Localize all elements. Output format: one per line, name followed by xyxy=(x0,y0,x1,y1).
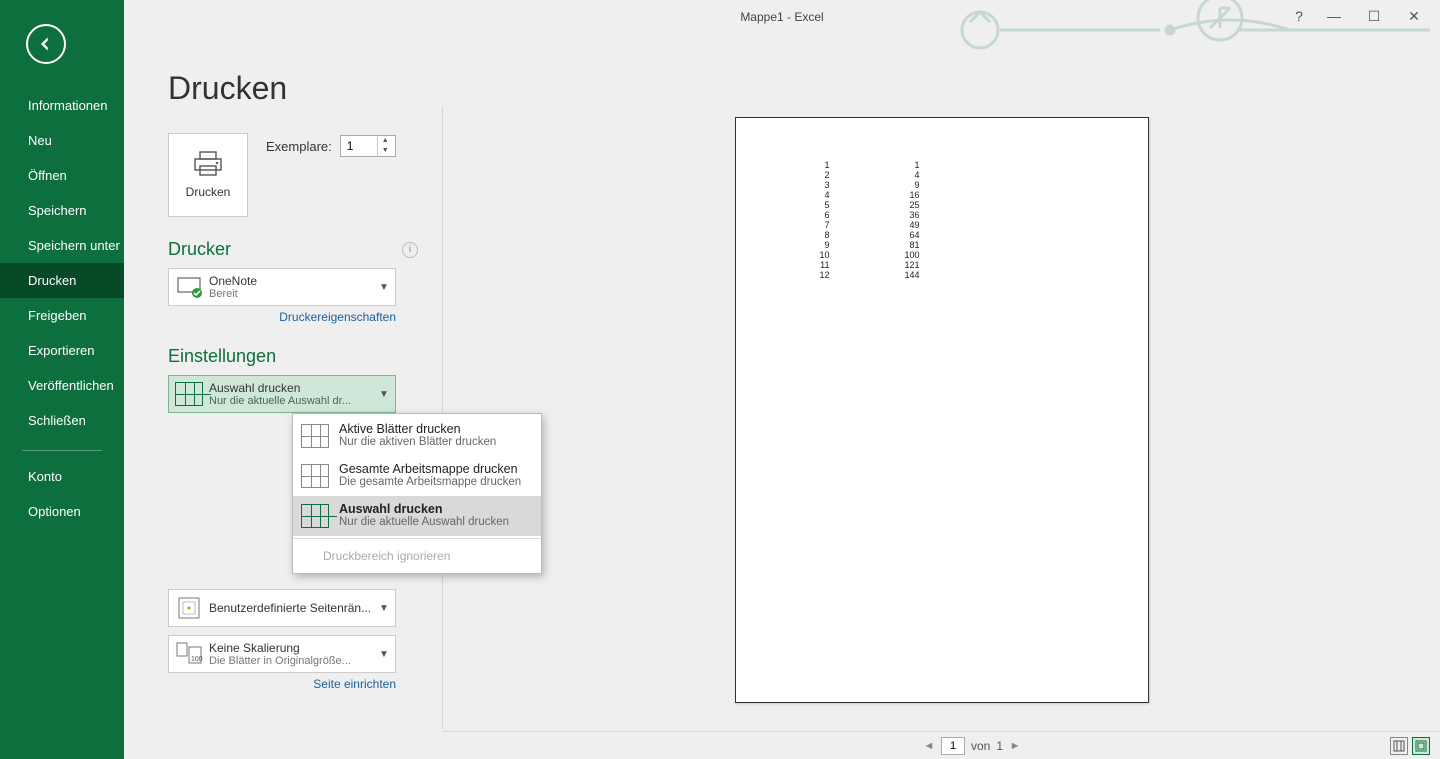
option-title: Aktive Blätter drucken xyxy=(339,422,496,436)
print-scope-dropdown-panel: Aktive Blätter drucken Nur die aktiven B… xyxy=(292,413,542,574)
sidebar-item-konto[interactable]: Konto xyxy=(0,459,124,494)
grid-icon xyxy=(301,424,331,450)
sidebar-divider xyxy=(22,450,102,451)
total-pages: 1 xyxy=(996,739,1003,753)
of-label: von xyxy=(971,739,990,753)
chevron-down-icon: ▼ xyxy=(377,649,391,660)
sidebar-item-informationen[interactable]: Informationen xyxy=(0,88,124,123)
page-number-input[interactable] xyxy=(941,737,965,755)
printer-status: Bereit xyxy=(209,288,377,300)
preview-data: 112439416525636749864981101001112112144 xyxy=(786,160,920,280)
scope-option-entire-workbook[interactable]: Gesamte Arbeitsmappe drucken Die gesamte… xyxy=(293,456,541,496)
margins-icon xyxy=(173,593,205,623)
chevron-down-icon: ▼ xyxy=(377,282,391,293)
scaling-sub: Die Blätter in Originalgröße... xyxy=(209,655,377,667)
sidebar-item-oeffnen[interactable]: Öffnen xyxy=(0,158,124,193)
printer-properties-link[interactable]: Druckereigenschaften xyxy=(168,310,396,324)
scope-title: Auswahl drucken xyxy=(209,381,377,395)
copies-spinner[interactable]: ▲ ▼ xyxy=(340,135,396,157)
scaling-dropdown[interactable]: 100 Keine Skalierung Die Blätter in Orig… xyxy=(168,635,396,673)
option-sub: Nur die aktiven Blätter drucken xyxy=(339,436,496,448)
option-title: Auswahl drucken xyxy=(339,502,509,516)
copies-input[interactable] xyxy=(341,136,377,156)
grid-selected-icon xyxy=(173,379,205,409)
settings-heading: Einstellungen xyxy=(168,346,276,367)
page-setup-link[interactable]: Seite einrichten xyxy=(168,677,396,691)
close-button[interactable]: ✕ xyxy=(1394,4,1434,28)
back-button[interactable] xyxy=(26,24,66,64)
sidebar-item-drucken[interactable]: Drucken xyxy=(0,263,124,298)
printer-info-icon[interactable]: i xyxy=(402,242,418,258)
printer-name: OneNote xyxy=(209,274,377,288)
print-scope-dropdown[interactable]: Auswahl drucken Nur die aktuelle Auswahl… xyxy=(168,375,396,413)
scope-option-selection[interactable]: Auswahl drucken Nur die aktuelle Auswahl… xyxy=(293,496,541,536)
sidebar-item-optionen[interactable]: Optionen xyxy=(0,494,124,529)
option-sub: Nur die aktuelle Auswahl drucken xyxy=(339,516,509,528)
sidebar-item-freigeben[interactable]: Freigeben xyxy=(0,298,124,333)
sidebar-item-schliessen[interactable]: Schließen xyxy=(0,403,124,438)
option-sub: Die gesamte Arbeitsmappe drucken xyxy=(339,476,521,488)
window-title: Mappe1 - Excel xyxy=(740,10,823,24)
page-title: Drucken xyxy=(168,70,422,107)
sidebar-item-speichern[interactable]: Speichern xyxy=(0,193,124,228)
printer-icon xyxy=(193,151,223,177)
help-button[interactable]: ? xyxy=(1284,4,1314,28)
scope-ignore-print-area: Druckbereich ignorieren xyxy=(293,541,541,573)
scope-sub: Nur die aktuelle Auswahl dr... xyxy=(209,395,377,407)
minimize-button[interactable]: — xyxy=(1314,4,1354,28)
next-page-button[interactable]: ► xyxy=(1009,740,1021,752)
printer-heading: Drucker xyxy=(168,239,231,260)
dropdown-separator xyxy=(293,538,541,539)
preview-footer: ◄ von 1 ► xyxy=(443,731,1440,759)
svg-text:100: 100 xyxy=(191,656,203,663)
print-button-label: Drucken xyxy=(186,185,231,199)
copies-down[interactable]: ▼ xyxy=(378,146,393,156)
backstage-sidebar: Informationen Neu Öffnen Speichern Speic… xyxy=(0,0,124,759)
scaling-icon: 100 xyxy=(173,639,205,669)
grid-icon xyxy=(301,464,331,490)
grid-selected-icon xyxy=(301,504,331,530)
show-margins-button[interactable] xyxy=(1390,737,1408,755)
scaling-title: Keine Skalierung xyxy=(209,641,377,655)
print-button[interactable]: Drucken xyxy=(168,133,248,217)
print-preview: 112439416525636749864981101001112112144 xyxy=(443,36,1440,731)
printer-dropdown[interactable]: OneNote Bereit ▼ xyxy=(168,268,396,306)
printer-status-icon xyxy=(173,272,205,302)
sidebar-item-speichern-unter[interactable]: Speichern unter xyxy=(0,228,124,263)
maximize-button[interactable]: ☐ xyxy=(1354,4,1394,28)
copies-label: Exemplare: xyxy=(266,139,332,154)
margins-dropdown[interactable]: Benutzerdefinierte Seitenrän... ▼ xyxy=(168,589,396,627)
zoom-to-page-button[interactable] xyxy=(1412,737,1430,755)
scope-option-active-sheets[interactable]: Aktive Blätter drucken Nur die aktiven B… xyxy=(293,416,541,456)
margins-title: Benutzerdefinierte Seitenrän... xyxy=(209,601,377,615)
sidebar-item-neu[interactable]: Neu xyxy=(0,123,124,158)
sidebar-item-exportieren[interactable]: Exportieren xyxy=(0,333,124,368)
title-bar: Mappe1 - Excel ? — ☐ ✕ xyxy=(124,0,1440,36)
sidebar-item-veroeffentlichen[interactable]: Veröffentlichen xyxy=(0,368,124,403)
chevron-down-icon: ▼ xyxy=(377,389,391,400)
preview-page: 112439416525636749864981101001112112144 xyxy=(735,117,1149,703)
copies-up[interactable]: ▲ xyxy=(378,136,393,146)
chevron-down-icon: ▼ xyxy=(377,603,391,614)
option-title: Gesamte Arbeitsmappe drucken xyxy=(339,462,521,476)
prev-page-button[interactable]: ◄ xyxy=(923,740,935,752)
